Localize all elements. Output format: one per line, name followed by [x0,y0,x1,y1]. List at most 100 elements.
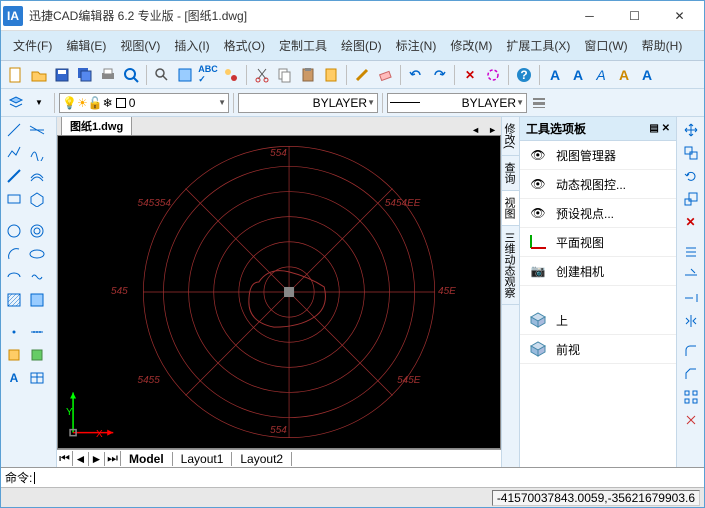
text-a1-icon[interactable]: A [544,64,566,86]
spellcheck-icon[interactable]: ABC✓ [197,64,219,86]
circle-icon[interactable] [3,220,25,242]
saveall-icon[interactable] [74,64,96,86]
palette-close-icon[interactable]: ▤ ✕ [649,123,670,134]
print-icon[interactable] [97,64,119,86]
array-icon[interactable] [680,386,702,408]
layermgr-icon[interactable] [5,92,27,114]
copy2-icon[interactable] [680,142,702,164]
chamfer-icon[interactable] [680,363,702,385]
close-button[interactable]: ✕ [657,1,702,31]
help-icon[interactable]: ? [513,64,535,86]
matchprop-icon[interactable] [351,64,373,86]
menu-file[interactable]: 文件(F) [7,35,58,56]
tab-last[interactable]: ⏭ [105,451,121,466]
linetype-dropdown[interactable]: BYLAYER▼ [238,93,378,113]
gradient-icon[interactable] [26,289,48,311]
palette-item-preset[interactable]: 👁预设视点... [520,199,676,228]
hatch-icon[interactable] [3,289,25,311]
menu-window[interactable]: 窗口(W) [578,35,633,56]
open-icon[interactable] [28,64,50,86]
tab-scroll-right[interactable]: ► [484,125,501,135]
text-icon[interactable]: A [3,367,25,389]
cut-icon[interactable] [251,64,273,86]
menu-customtools[interactable]: 定制工具 [273,35,333,56]
move-icon[interactable] [680,119,702,141]
tab-layout2[interactable]: Layout2 [232,452,292,466]
menu-dimension[interactable]: 标注(N) [390,35,443,56]
palette-item-dynview[interactable]: 👁动态视图控... [520,170,676,199]
command-bar[interactable]: 命令: [1,467,704,487]
select-icon[interactable] [220,64,242,86]
new-icon[interactable] [5,64,27,86]
tab-first[interactable]: ⏮ [57,451,73,466]
text-a4-icon[interactable]: A [613,64,635,86]
tab-model[interactable]: Model [121,452,173,466]
menu-modify[interactable]: 修改(M) [444,35,498,56]
palette-item-camera[interactable]: 📷创建相机 [520,257,676,286]
palette-item-viewmgr[interactable]: 👁视图管理器 [520,141,676,170]
polyline-icon[interactable] [3,142,25,164]
point-icon[interactable] [3,321,25,343]
menu-view[interactable]: 视图(V) [114,35,166,56]
preview-icon[interactable] [120,64,142,86]
fillet-icon[interactable] [680,340,702,362]
explode-icon[interactable] [680,409,702,431]
minimize-button[interactable]: ─ [567,1,612,31]
redo-icon[interactable] [428,64,450,86]
maximize-button[interactable]: ☐ [612,1,657,31]
ray-icon[interactable] [3,165,25,187]
text-a2-icon[interactable]: A [567,64,589,86]
insert-icon[interactable] [26,344,48,366]
layerstate-icon[interactable]: ▼ [28,92,50,114]
donut-icon[interactable] [26,220,48,242]
eraser-icon[interactable] [374,64,396,86]
vtab-modify[interactable]: 修改( [502,117,519,156]
offset-icon[interactable] [680,241,702,263]
cancel-icon[interactable]: ✕ [459,64,481,86]
line-icon[interactable] [3,119,25,141]
polygon-icon[interactable] [26,188,48,210]
layers-icon[interactable] [174,64,196,86]
text-a3-icon[interactable]: A [590,64,612,86]
lineweight-dropdown[interactable]: BYLAYER▼ [387,93,527,113]
scale-icon[interactable] [680,188,702,210]
block-icon[interactable] [3,344,25,366]
mirror-icon[interactable] [680,310,702,332]
palette-item-top[interactable]: 上 [520,306,676,335]
vtab-query[interactable]: 查询 [502,156,519,191]
extend-icon[interactable] [680,287,702,309]
doc-tab-active[interactable]: 图纸1.dwg [61,117,132,135]
divide-icon[interactable] [26,321,48,343]
menu-insert[interactable]: 插入(I) [168,35,215,56]
vtab-view[interactable]: 视图 [502,191,519,226]
palette-item-front[interactable]: 前视 [520,335,676,364]
tab-scroll-left[interactable]: ◄ [467,125,484,135]
del-icon[interactable]: ✕ [680,211,702,233]
undo-icon[interactable] [405,64,427,86]
rect-icon[interactable] [3,188,25,210]
ellipse-icon[interactable] [26,243,48,265]
refresh-icon[interactable] [482,64,504,86]
table-icon[interactable] [26,367,48,389]
tab-layout1[interactable]: Layout1 [173,452,233,466]
menu-format[interactable]: 格式(O) [218,35,271,56]
trim-icon[interactable] [680,264,702,286]
multiline-icon[interactable] [26,165,48,187]
menu-draw[interactable]: 绘图(D) [335,35,388,56]
rotate-icon[interactable] [680,165,702,187]
paste-icon[interactable] [297,64,319,86]
save-icon[interactable] [51,64,73,86]
menu-edit[interactable]: 编辑(E) [60,35,112,56]
ellipsearc-icon[interactable] [3,266,25,288]
vtab-3dorbit[interactable]: 三维动态观察 [502,226,519,305]
revision-icon[interactable] [26,266,48,288]
menu-extend[interactable]: 扩展工具(X) [500,35,576,56]
xline-icon[interactable] [26,119,48,141]
lineweight-toggle-icon[interactable] [528,92,550,114]
drawing-canvas[interactable]: Y X 554 5454EE 45E 545E 554 5455 545 545… [57,135,501,449]
delete-icon[interactable] [320,64,342,86]
copy-icon[interactable] [274,64,296,86]
find-icon[interactable] [151,64,173,86]
menu-help[interactable]: 帮助(H) [636,35,689,56]
tab-prev[interactable]: ◄ [73,452,89,466]
